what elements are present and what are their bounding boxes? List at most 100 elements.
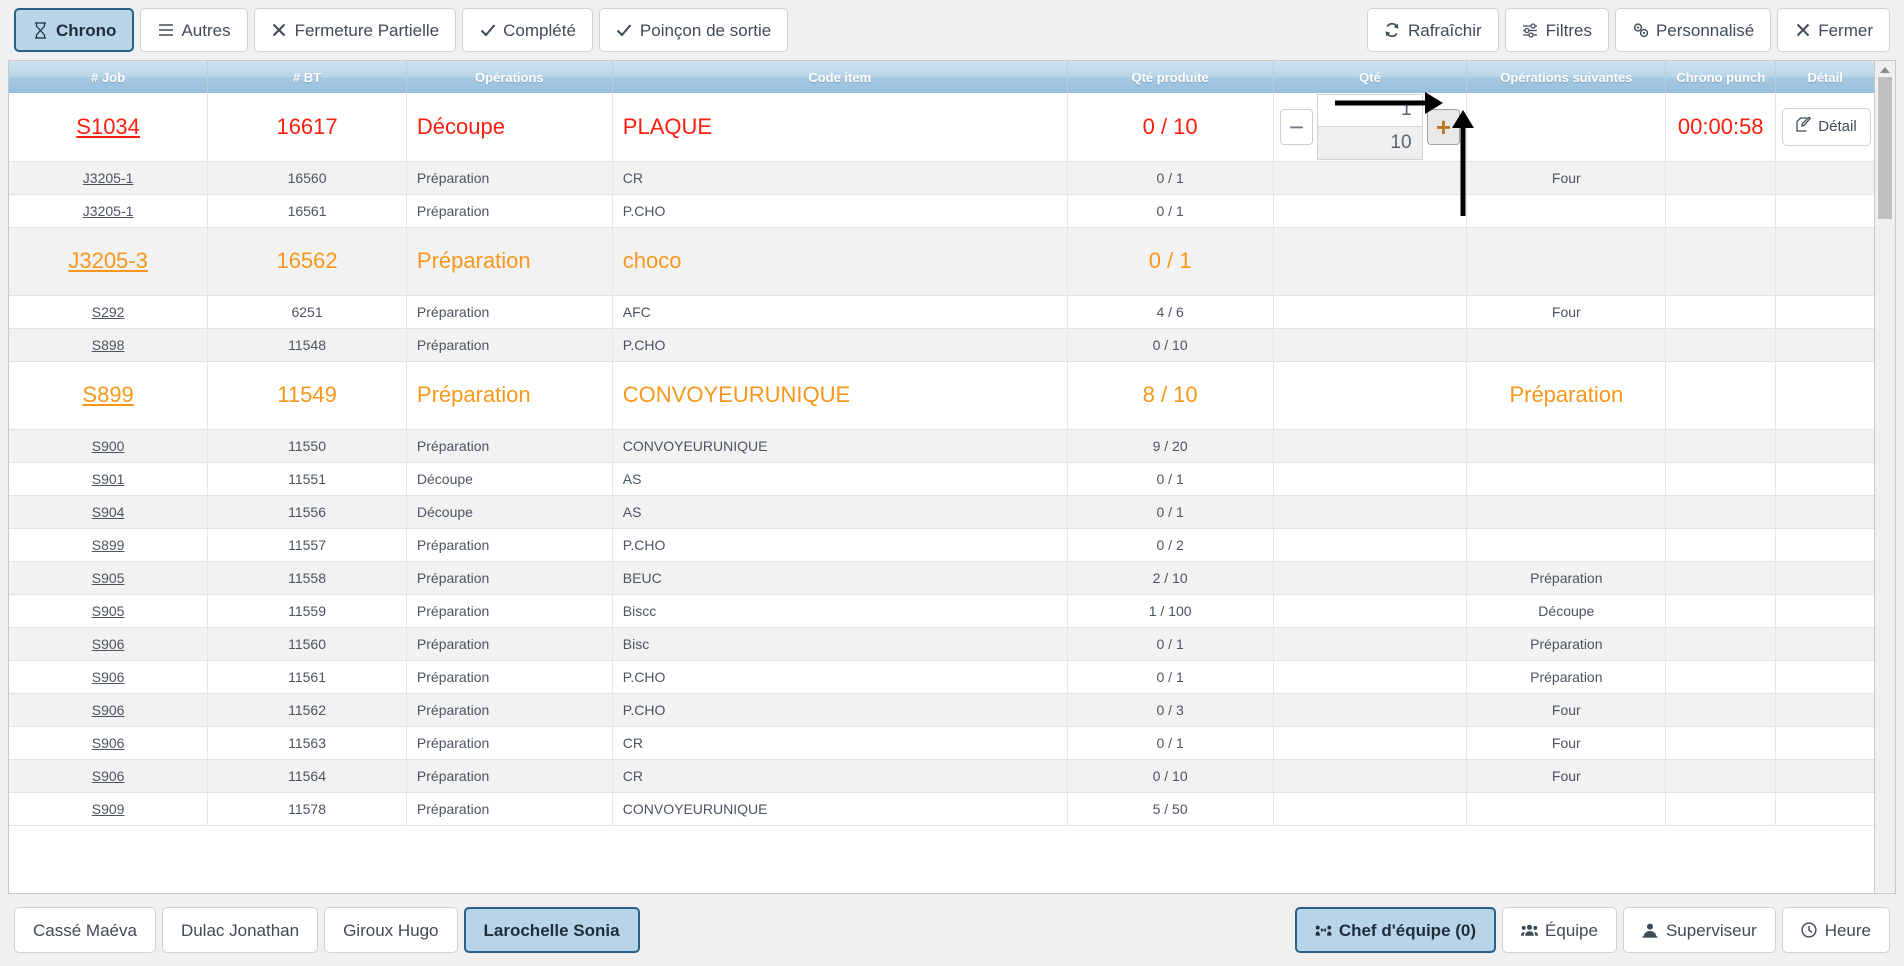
toolbar-button-chrono[interactable]: Chrono [14,8,135,52]
job-link[interactable]: S900 [92,438,125,454]
job-link[interactable]: S906 [92,669,125,685]
column-header-op-rations[interactable]: Opérations [406,61,613,93]
cell-qte-produite: 0 / 1 [1067,462,1274,496]
quantity-decrement-button[interactable]: − [1279,108,1314,145]
bottom-action-button-quipe[interactable]: Équipe [1502,907,1617,953]
cell-qte [1273,792,1468,826]
cell-code-item: P.CHO [612,660,1068,694]
table-row[interactable]: S906 11564 Préparation CR 0 / 10 Four [9,759,1874,793]
column-header-qt-produite[interactable]: Qté produite [1067,61,1274,93]
job-link[interactable]: S905 [92,603,125,619]
cell-chrono-punch [1665,660,1777,694]
job-link[interactable]: J3205-1 [83,203,134,219]
table-row[interactable]: S900 11550 Préparation CONVOYEURUNIQUE 9 / 2… [9,429,1874,463]
toolbar-button-autres[interactable]: Autres [140,8,248,52]
employee-button-larochelle-sonia[interactable]: Larochelle Sonia [463,907,640,953]
job-link[interactable]: S898 [92,337,125,353]
table-row[interactable]: S906 11561 Préparation P.CHO 0 / 1 Préparatio… [9,660,1874,694]
column-header-code-item[interactable]: Code item [612,61,1068,93]
table-row[interactable]: S292 6251 Préparation AFC 4 / 6 Four [9,295,1874,329]
cell-bt: 11562 [207,693,407,727]
job-link[interactable]: S904 [92,504,125,520]
quantity-input[interactable]: 1 [1317,93,1423,127]
cell-bt: 11578 [207,792,407,826]
toolbar-button-fermer[interactable]: Fermer [1777,8,1890,52]
table-row[interactable]: S905 11559 Préparation Biscc 1 / 100 Découpe [9,594,1874,628]
scrollbar-thumb[interactable] [1878,77,1892,219]
job-link[interactable]: S906 [92,735,125,751]
close-icon [1794,22,1811,39]
job-link[interactable]: S292 [92,304,125,320]
job-link[interactable]: S899 [82,382,133,407]
cell-chrono-punch [1665,361,1777,430]
table-row[interactable]: J3205-1 16560 Préparation CR 0 / 1 Four [9,161,1874,195]
employee-button-cass-ma-va[interactable]: Cassé Maéva [14,907,156,953]
job-link[interactable]: S906 [92,636,125,652]
cell-bt: 11559 [207,594,407,628]
column-header-bt[interactable]: # BT [207,61,407,93]
table-row[interactable]: J3205-3 16562 Préparation choco 0 / 1 [9,227,1874,296]
column-header-job[interactable]: # Job [9,61,209,93]
cell-operation: Préparation [406,295,613,329]
cell-detail [1775,528,1874,562]
detail-button[interactable]: Détail [1782,107,1871,146]
table-row[interactable]: S901 11551 Découpe AS 0 / 1 [9,462,1874,496]
job-link[interactable]: J3205-1 [83,170,134,186]
bottom-action-button-heure[interactable]: Heure [1781,907,1890,953]
column-header-qt[interactable]: Qté [1273,61,1468,93]
cell-next-operation: Four [1466,759,1667,793]
cell-qte-produite: 1 / 100 [1067,594,1274,628]
table-row[interactable]: S909 11578 Préparation CONVOYEURUNIQUE 5 / 5… [9,792,1874,826]
table-row[interactable]: J3205-1 16561 Préparation P.CHO 0 / 1 [9,194,1874,228]
table-row[interactable]: S899 11549 Préparation CONVOYEURUNIQUE 8 / 1… [9,361,1874,430]
cell-operation: Préparation [406,328,613,362]
vertical-scrollbar[interactable] [1874,60,1896,894]
toolbar-button-fermeture-partielle[interactable]: Fermeture Partielle [253,8,457,52]
scroll-up-arrow-icon[interactable] [1880,67,1890,73]
toolbar-button-poin-on-de-sortie[interactable]: Poinçon de sortie [598,8,789,52]
job-link[interactable]: S906 [92,702,125,718]
toolbar-button-rafra-chir[interactable]: Rafraîchir [1366,8,1499,52]
table-row[interactable]: S904 11556 Découpe AS 0 / 1 [9,495,1874,529]
table-row[interactable]: S1034 16617 Découpe PLAQUE 0 / 10−1 10 +00:00:… [9,93,1874,162]
column-header-d-tail[interactable]: Détail [1775,61,1874,93]
bottom-action-button-chef-d-quipe-0[interactable]: Chef d'équipe (0) [1294,907,1497,953]
table-row[interactable]: S905 11558 Préparation BEUC 2 / 10 Préparatio… [9,561,1874,595]
column-header-chrono-punch[interactable]: Chrono punch [1665,61,1777,93]
table-row[interactable]: S906 11562 Préparation P.CHO 0 / 3 Four [9,693,1874,727]
job-link[interactable]: S905 [92,570,125,586]
cell-code-item: P.CHO [612,528,1068,562]
table-row[interactable]: S898 11548 Préparation P.CHO 0 / 10 [9,328,1874,362]
quantity-increment-button[interactable]: + [1426,108,1461,145]
job-link[interactable]: J3205-3 [68,248,148,273]
cell-chrono-punch [1665,227,1777,296]
scrollbar-track[interactable] [1878,77,1892,893]
toolbar-button-personnalis[interactable]: Personnalisé [1614,8,1772,52]
table-row[interactable]: S899 11557 Préparation P.CHO 0 / 2 [9,528,1874,562]
cell-operation: Préparation [406,759,613,793]
job-link[interactable]: S1034 [76,114,140,139]
job-link[interactable]: S906 [92,768,125,784]
cell-job: S292 [9,295,209,329]
column-header-op-rations-suivantes[interactable]: Opérations suivantes [1466,61,1667,93]
cell-operation: Préparation [406,726,613,760]
cell-qte-produite: 2 / 10 [1067,561,1274,595]
cell-bt: 11549 [207,361,407,430]
employee-button-giroux-hugo[interactable]: Giroux Hugo [324,907,458,953]
employee-button-dulac-jonathan[interactable]: Dulac Jonathan [161,907,319,953]
job-link[interactable]: S901 [92,471,125,487]
cell-next-operation [1466,792,1667,826]
cell-operation: Préparation [406,792,613,826]
cell-job: J3205-1 [9,161,209,195]
cell-next-operation [1466,194,1667,228]
table-row[interactable]: S906 11560 Préparation Bisc 0 / 1 Préparation [9,627,1874,661]
table-row[interactable]: S906 11563 Préparation CR 0 / 1 Four [9,726,1874,760]
toolbar-button-compl-t[interactable]: Complété [462,8,593,52]
job-link[interactable]: S909 [92,801,125,817]
quantity-total-field[interactable]: 10 [1317,126,1423,160]
bottom-action-button-superviseur[interactable]: Superviseur [1622,907,1776,953]
job-link[interactable]: S899 [92,537,125,553]
toolbar-button-filtres[interactable]: Filtres [1504,8,1609,52]
cell-code-item: CONVOYEURUNIQUE [612,792,1068,826]
cell-code-item: Bisc [612,627,1068,661]
